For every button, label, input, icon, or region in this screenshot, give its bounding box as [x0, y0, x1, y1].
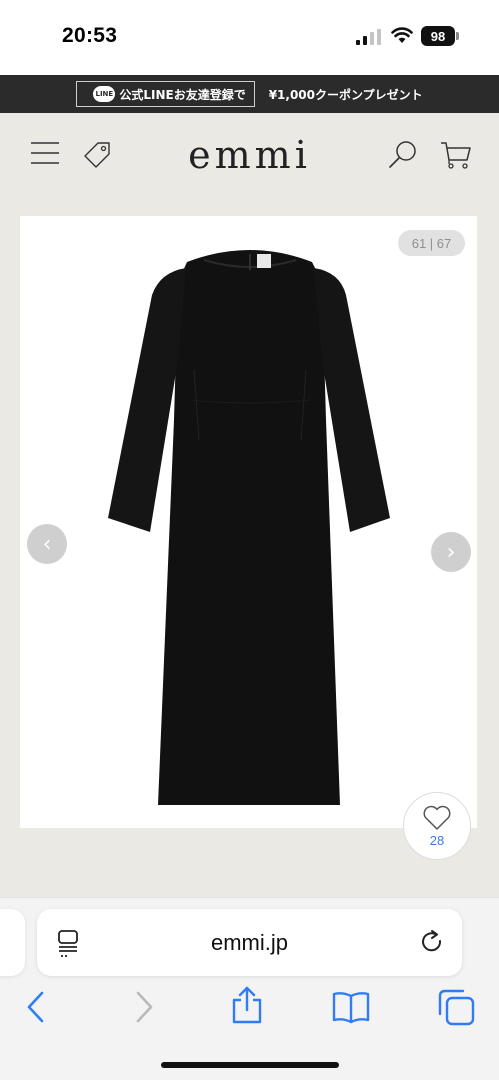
chevron-left-icon: ‹	[42, 531, 52, 557]
cart-icon[interactable]	[440, 140, 472, 170]
favorite-button[interactable]: 28	[403, 792, 471, 860]
signal-icon	[356, 29, 381, 45]
previous-tab-preview[interactable]	[0, 909, 25, 976]
back-icon[interactable]	[24, 990, 48, 1024]
url-text[interactable]: emmi.jp	[37, 930, 462, 956]
battery-tip	[456, 32, 459, 40]
forward-icon[interactable]	[132, 990, 156, 1024]
battery-icon: 98	[421, 26, 455, 46]
next-image-button[interactable]: ›	[431, 532, 471, 572]
tabs-icon[interactable]	[437, 988, 475, 1026]
reload-icon[interactable]	[420, 929, 446, 957]
home-indicator[interactable]	[161, 1062, 339, 1068]
product-image[interactable]	[100, 240, 400, 805]
coupon-text: ¥1,000クーポンプレゼント	[268, 87, 423, 102]
image-counter: 61 | 67	[398, 230, 465, 256]
bookmarks-icon[interactable]	[332, 990, 370, 1024]
status-bar: 20:53 98	[0, 0, 499, 75]
favorite-count: 28	[429, 832, 445, 848]
status-time: 20:53	[62, 24, 118, 47]
line-signup-box[interactable]: LINE 公式LINEお友達登録で	[76, 81, 255, 107]
chevron-right-icon: ›	[446, 539, 456, 565]
wifi-icon	[391, 27, 413, 43]
promo-banner[interactable]: LINE 公式LINEお友達登録で ¥1,000クーポンプレゼント	[0, 75, 499, 113]
line-signup-text: 公式LINEお友達登録で	[119, 87, 246, 102]
prev-image-button[interactable]: ‹	[27, 524, 67, 564]
site-logo[interactable]: emmi	[0, 133, 499, 177]
share-icon[interactable]	[230, 986, 264, 1024]
line-logo-icon: LINE	[93, 86, 116, 102]
search-icon[interactable]	[388, 140, 418, 170]
battery-level: 98	[430, 28, 446, 44]
heart-icon	[423, 805, 451, 830]
